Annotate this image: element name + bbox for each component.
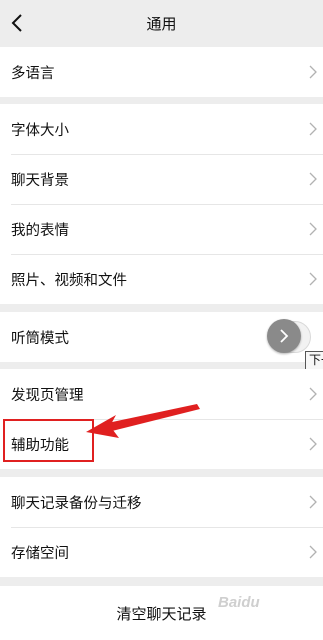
settings-item-label: 我的表情 [11,222,69,239]
chevron-right-icon [309,272,317,286]
settings-item-earpiece-mode: 听筒模式 [0,312,323,362]
settings-item-media-files[interactable]: 照片、视频和文件 [0,254,323,304]
settings-item-label: 存储空间 [11,545,69,562]
next-step-button[interactable] [267,319,301,353]
settings-item-discover-management[interactable]: 发现页管理 [0,369,323,419]
chevron-right-icon [309,122,317,136]
chevron-right-icon [309,222,317,236]
page-title: 通用 [146,15,177,33]
settings-item-label: 听筒模式 [11,330,69,347]
settings-group-language: 多语言 [0,47,323,97]
chevron-right-icon [309,65,317,79]
settings-group-display: 字体大小 聊天背景 我的表情 照片、视频和文件 [0,104,323,304]
settings-item-font-size[interactable]: 字体大小 [0,104,323,154]
chevron-right-icon [309,437,317,451]
chevron-right-icon [309,172,317,186]
settings-item-storage[interactable]: 存储空间 [0,527,323,577]
annotation-highlight-box [3,419,94,462]
chevron-right-icon [280,329,289,343]
top-bar: 通用 [0,0,323,47]
settings-group-storage: 聊天记录备份与迁移 存储空间 [0,477,323,577]
watermark: Baidu [218,594,260,611]
clear-chat-history-label: 清空聊天记录 [116,604,207,623]
chevron-right-icon [309,387,317,401]
settings-item-label: 发现页管理 [11,387,84,404]
clear-chat-history-button[interactable]: 清空聊天记录 [0,586,323,640]
settings-item-label: 多语言 [11,65,55,82]
settings-item-label: 字体大小 [11,122,69,139]
settings-item-my-stickers[interactable]: 我的表情 [0,204,323,254]
chevron-right-icon [309,545,317,559]
settings-item-label: 照片、视频和文件 [11,272,127,289]
settings-item-language[interactable]: 多语言 [0,47,323,97]
earpiece-mode-toggle[interactable] [267,319,311,353]
settings-group-earpiece: 听筒模式 [0,312,323,362]
settings-item-label: 聊天记录备份与迁移 [11,495,142,512]
settings-item-chat-background[interactable]: 聊天背景 [0,154,323,204]
settings-item-label: 聊天背景 [11,172,69,189]
settings-item-chat-backup[interactable]: 聊天记录备份与迁移 [0,477,323,527]
tooltip: 下一步 [305,351,323,371]
chevron-right-icon [309,495,317,509]
